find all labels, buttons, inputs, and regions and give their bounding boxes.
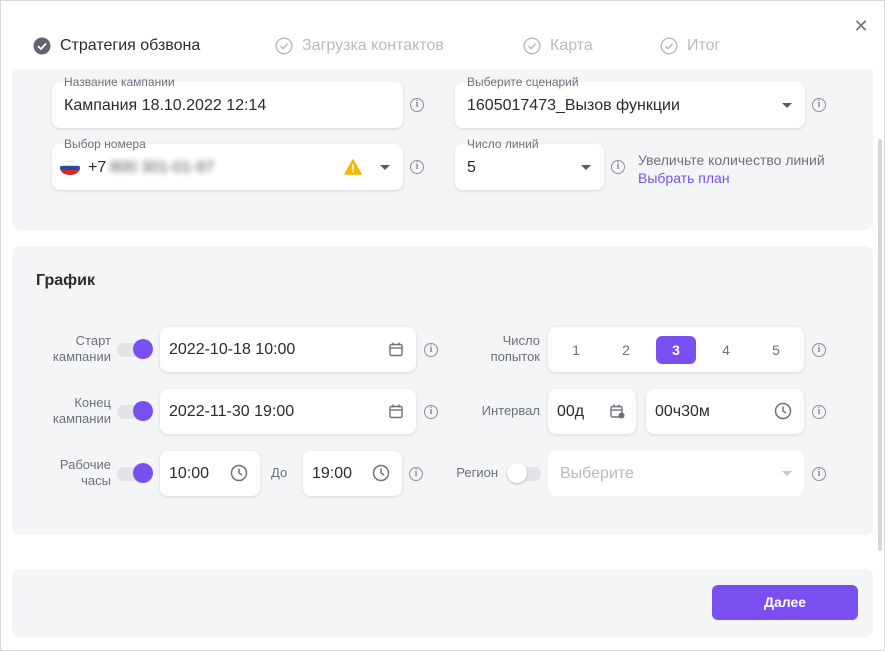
end-date-input[interactable]: 2022-11-30 19:00 xyxy=(160,389,416,434)
number-prefix: +7 xyxy=(88,159,107,176)
interval-days-input[interactable]: 00д xyxy=(548,389,636,434)
chevron-down-icon xyxy=(782,103,792,108)
choose-plan-link[interactable]: Выбрать план xyxy=(638,170,730,186)
end-toggle[interactable] xyxy=(117,401,153,421)
number-select[interactable]: Выбор номера +7 800 301-01-97 xyxy=(52,137,403,190)
hours-from-input[interactable]: 10:00 xyxy=(160,451,260,496)
region-label: Регион xyxy=(456,465,498,480)
step-label: Карта xyxy=(550,37,593,54)
info-icon[interactable]: i xyxy=(611,160,625,174)
step-summary[interactable]: Итог xyxy=(660,35,720,57)
info-icon[interactable]: i xyxy=(410,98,424,112)
chevron-down-icon xyxy=(581,165,591,170)
scrollbar[interactable] xyxy=(878,139,882,551)
close-icon[interactable]: ✕ xyxy=(852,17,870,35)
end-label: Конец кампании xyxy=(52,395,111,426)
chevron-down-icon xyxy=(380,165,390,170)
number-value: 800 301-01-97 xyxy=(110,159,215,176)
check-circle-icon xyxy=(523,37,541,55)
calendar-clock-icon[interactable] xyxy=(610,404,625,419)
region-toggle[interactable] xyxy=(507,463,541,483)
start-date-value: 2022-10-18 10:00 xyxy=(169,341,296,358)
interval-time-value: 00ч30м xyxy=(655,403,710,420)
info-icon[interactable]: i xyxy=(812,405,826,419)
info-icon[interactable]: i xyxy=(424,343,438,357)
attempt-option-1[interactable]: 1 xyxy=(556,336,596,364)
calendar-icon[interactable] xyxy=(389,404,403,419)
step-label: Итог xyxy=(687,37,721,54)
warning-icon[interactable] xyxy=(344,159,362,175)
field-label: Выбор номера xyxy=(64,137,146,151)
hours-toggle[interactable] xyxy=(117,463,153,483)
info-icon[interactable]: i xyxy=(410,160,424,174)
check-circle-icon xyxy=(660,37,678,55)
interval-days-value: 00д xyxy=(557,403,585,420)
attempt-option-4[interactable]: 4 xyxy=(706,336,746,364)
check-circle-icon xyxy=(33,37,51,55)
step-contacts[interactable]: Загрузка контактов xyxy=(275,35,444,57)
attempts-label: Число попыток xyxy=(490,333,540,364)
lines-hint: Увеличьте количество линий xyxy=(638,152,825,168)
start-toggle[interactable] xyxy=(117,339,153,359)
scenario-select[interactable]: Выберите сценарий 1605017473_Вызов функц… xyxy=(455,75,805,128)
hours-to-input[interactable]: 19:00 xyxy=(303,451,402,496)
scenario-value: 1605017473_Вызов функции xyxy=(467,97,680,114)
attempt-option-5[interactable]: 5 xyxy=(756,336,796,364)
step-strategy[interactable]: Стратегия обзвона xyxy=(33,35,200,57)
region-placeholder: Выберите xyxy=(560,465,634,482)
start-date-input[interactable]: 2022-10-18 10:00 xyxy=(160,327,416,372)
start-label: Старт кампании xyxy=(52,333,111,364)
field-label: Выберите сценарий xyxy=(467,75,579,89)
interval-label: Интервал xyxy=(481,403,540,418)
attempt-option-3[interactable]: 3 xyxy=(656,336,696,364)
info-icon[interactable]: i xyxy=(424,405,438,419)
region-select[interactable]: Выберите xyxy=(548,451,804,496)
field-label: Число линий xyxy=(467,137,539,151)
clock-icon[interactable] xyxy=(230,464,248,482)
campaign-name-field[interactable]: Название кампании Кампания 18.10.2022 12… xyxy=(52,75,403,128)
field-label: Название кампании xyxy=(64,75,175,89)
campaign-name-value: Кампания 18.10.2022 12:14 xyxy=(64,97,267,114)
clock-icon[interactable] xyxy=(372,464,390,482)
russia-flag-icon xyxy=(60,161,80,175)
lines-select[interactable]: Число линий 5 xyxy=(455,137,604,190)
campaign-modal: ✕ Стратегия обзвона Загрузка контактов К… xyxy=(0,0,885,651)
lines-value: 5 xyxy=(467,159,476,176)
step-label: Стратегия обзвона xyxy=(60,37,201,54)
hours-label: Рабочие часы xyxy=(59,457,111,488)
attempt-option-2[interactable]: 2 xyxy=(606,336,646,364)
calendar-icon[interactable] xyxy=(389,342,403,357)
next-button[interactable]: Далее xyxy=(712,585,858,620)
info-icon[interactable]: i xyxy=(812,343,826,357)
info-icon[interactable]: i xyxy=(409,467,423,481)
check-circle-icon xyxy=(275,37,293,55)
attempts-selector: 1 2 3 4 5 xyxy=(548,327,804,372)
info-icon[interactable]: i xyxy=(812,467,826,481)
step-label: Загрузка контактов xyxy=(302,37,444,54)
hours-to-value: 19:00 xyxy=(312,465,353,482)
section-title: График xyxy=(36,272,95,289)
hours-from-value: 10:00 xyxy=(169,465,210,482)
to-label: До xyxy=(271,465,288,480)
interval-time-input[interactable]: 00ч30м xyxy=(646,389,804,434)
step-map[interactable]: Карта xyxy=(523,35,593,57)
clock-icon[interactable] xyxy=(774,402,792,420)
chevron-down-icon xyxy=(782,471,792,476)
end-date-value: 2022-11-30 19:00 xyxy=(169,403,295,420)
info-icon[interactable]: i xyxy=(812,98,826,112)
